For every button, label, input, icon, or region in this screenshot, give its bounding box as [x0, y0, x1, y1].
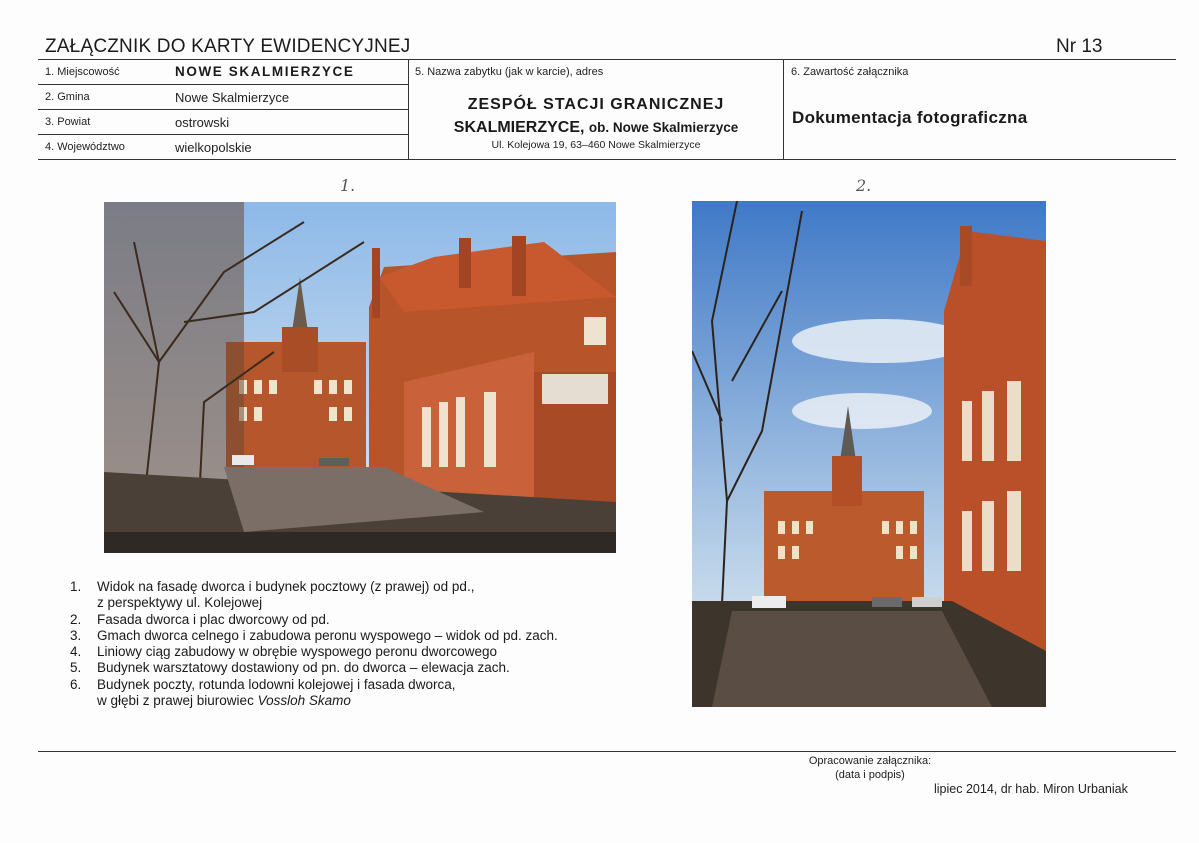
caption-item: 5. Budynek warsztatowy dostawiony od pn.… [70, 660, 558, 676]
photo-2 [692, 201, 1046, 707]
caption-number: 5. [70, 660, 82, 676]
photo-2-image [692, 201, 1046, 707]
table-top-border [38, 59, 1176, 60]
commune-value: Nowe Skalmierzyce [175, 90, 290, 105]
caption-text: Budynek warsztatowy dostawiony od pn. do… [97, 660, 510, 676]
voivodeship-label: 4. Województwo [45, 141, 125, 153]
caption-number: 3. [70, 627, 82, 643]
prepared-by-label-line1: Opracowanie załącznika: [808, 755, 932, 767]
monument-name-line2: SKALMIERZYCE, ob. Nowe Skalmierzyce [408, 119, 784, 137]
caption-number: 1. [70, 579, 82, 594]
table-bottom-border [38, 159, 1176, 160]
caption-text: Gmach dworca celnego i zabudowa peronu w… [97, 627, 558, 643]
monument-name: ZESPÓŁ STACJI GRANICZNEJ [467, 96, 725, 113]
caption-number: 2. [70, 611, 82, 627]
contents-value: Dokumentacja fotograficzna [792, 108, 1028, 127]
voivodeship-value: wielkopolskie [175, 140, 252, 155]
photo-1-image [104, 202, 616, 553]
caption-item: 2. Fasada dworca i plac dworcowy od pd. [70, 612, 558, 628]
caption-item: 1. Widok na fasadę dworca i budynek pocz… [70, 579, 558, 595]
photo-2-number: 2. [856, 176, 872, 195]
caption-item: 4. Liniowy ciąg zabudowy w obrębie wyspo… [70, 644, 558, 660]
locality-label: 1. Miejscowość [45, 66, 120, 78]
caption-company-name: Vossloh Skamo [257, 693, 351, 709]
caption-text: Liniowy ciąg zabudowy w obrębie wyspoweg… [97, 644, 497, 660]
prepared-by-label: Opracowanie załącznika: (data i podpis) [760, 754, 980, 782]
county-value: ostrowski [175, 115, 230, 130]
monument-object: ob. Nowe Skalmierzyce [588, 120, 739, 135]
prepared-by-label-line2: (data i podpis) [835, 769, 905, 781]
commune-label: 2. Gmina [45, 91, 90, 103]
attachment-number: Nr 13 [1056, 36, 1103, 57]
signature: lipiec 2014, dr hab. Miron Urbaniak [934, 782, 1128, 796]
monument-locality: SKALMIERZYCE, [453, 119, 585, 136]
county-label: 3. Powiat [45, 116, 91, 128]
locality-value: NOWE SKALMIERZYCE [175, 64, 355, 79]
caption-number: 6. [70, 676, 82, 692]
table-row-divider [38, 109, 408, 110]
caption-text: w głębi z prawej biurowiec Vossloh Skamo [70, 693, 558, 709]
caption-text: Widok na fasadę dworca i budynek pocztow… [97, 579, 475, 594]
table-row-divider [38, 134, 408, 135]
caption-text: Fasada dworca i plac dworcowy od pd. [97, 611, 330, 627]
photo-captions: 1. Widok na fasadę dworca i budynek pocz… [70, 579, 558, 709]
document-title: ZAŁĄCZNIK DO KARTY EWIDENCYJNEJ [45, 36, 411, 57]
caption-item: 6. Budynek poczty, rotunda lodowni kolej… [70, 677, 558, 693]
caption-text: z perspektywy ul. Kolejowej [97, 595, 263, 611]
photo-1 [104, 202, 616, 553]
caption-item: 3. Gmach dworca celnego i zabudowa peron… [70, 628, 558, 644]
contents-label: 6. Zawartość załącznika [791, 66, 909, 78]
table-row-divider [38, 84, 408, 85]
monument-name-label: 5. Nazwa zabytku (jak w karcie), adres [415, 66, 604, 78]
caption-number: 4. [70, 644, 82, 660]
caption-text-prefix: w głębi z prawej biurowiec [97, 693, 258, 709]
footer-divider [38, 751, 1176, 752]
monument-address: Ul. Kolejowa 19, 63–460 Nowe Skalmierzyc… [491, 139, 701, 151]
photo-1-number: 1. [340, 176, 356, 195]
caption-text: Budynek poczty, rotunda lodowni kolejowe… [97, 676, 456, 692]
